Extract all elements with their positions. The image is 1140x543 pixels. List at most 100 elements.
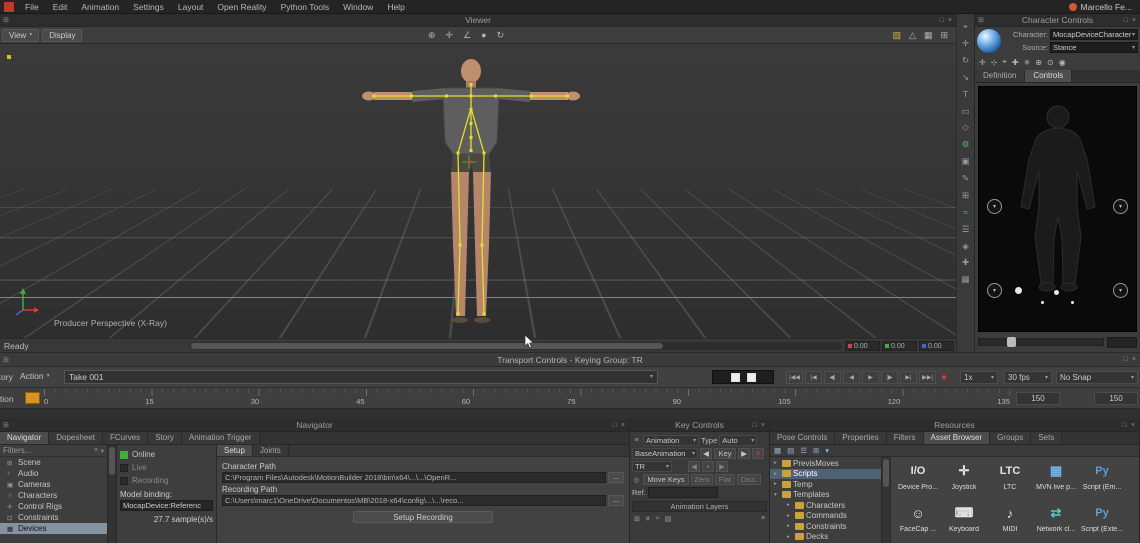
coord-x-field[interactable]: 0.00 (845, 341, 880, 351)
tab-controls[interactable]: Controls (1025, 70, 1072, 82)
browse-character-path-button[interactable]: ... (608, 472, 624, 483)
close-panel-icon[interactable]: × (1131, 422, 1135, 429)
chevron-down-icon[interactable]: ▾ (825, 446, 829, 455)
source-select[interactable]: Stance ▾ (1050, 42, 1138, 53)
scrollbar-thumb[interactable] (883, 459, 889, 487)
recording-checkbox[interactable] (120, 477, 128, 485)
rotate-tool-icon[interactable]: ↻ (962, 56, 969, 65)
select-tool-icon[interactable]: ⌖ (963, 22, 968, 31)
foot-effector-dot[interactable] (1071, 301, 1074, 304)
prev-key-disabled-button[interactable]: ◀ (688, 461, 700, 472)
coord-z-field[interactable]: 0.00 (919, 341, 954, 351)
grid-toggle-icon[interactable]: ▦ (924, 30, 933, 41)
story-toggle[interactable]: Story (0, 372, 16, 382)
gem-tool-icon[interactable]: ◈ (962, 242, 969, 251)
step-back-button[interactable]: ◀| (824, 371, 841, 384)
grid-tool-icon[interactable]: ▣ (961, 157, 969, 166)
menu-file[interactable]: File (18, 0, 46, 14)
coord-y-field[interactable]: 0.00 (882, 341, 917, 351)
asset-network-client[interactable]: ⇄Network cl... (1033, 501, 1079, 543)
add-view-icon[interactable]: ⊞ (962, 191, 969, 200)
tab-navigator[interactable]: Navigator (0, 432, 49, 444)
tab-dopesheet[interactable]: Dopesheet (49, 432, 103, 444)
next-key-button[interactable]: ▶ (738, 448, 750, 459)
timeline-ruler[interactable]: 0 15 30 45 60 75 90 105 120 135 (44, 389, 1010, 408)
keying-mode-icon[interactable]: ⊙ (1047, 58, 1054, 67)
take-select[interactable]: Take 001 ▾ (64, 370, 658, 384)
next-key-disabled-button[interactable]: ▶ (716, 461, 728, 472)
asset-sp[interactable]: ◧Sp... (1125, 501, 1139, 543)
dot-tool-icon[interactable]: ● (481, 30, 486, 41)
clip-display-box[interactable] (712, 370, 774, 384)
list-view-icon[interactable]: ☰ (800, 446, 807, 455)
go-to-end-button[interactable]: ▶▶| (919, 371, 936, 384)
folder-prevismoves[interactable]: ▸PrevisMoves (770, 458, 881, 469)
layer-list-icon[interactable]: ▤ (665, 515, 672, 523)
menu-settings[interactable]: Settings (126, 0, 171, 14)
menu-edit[interactable]: Edit (46, 0, 75, 14)
asset-facecap[interactable]: ☺FaceCap ... (895, 501, 941, 543)
go-to-start-button[interactable]: |◀◀ (786, 371, 803, 384)
scrollbar-thumb[interactable] (109, 447, 115, 475)
layer-menu-icon[interactable]: ≡ (761, 515, 765, 523)
folder-templates[interactable]: ▾Templates (770, 490, 881, 501)
play-button[interactable]: ▶ (862, 371, 879, 384)
menu-animation[interactable]: Animation (74, 0, 126, 14)
live-checkbox[interactable] (120, 464, 128, 472)
expand-control-ring[interactable]: ▾ (1113, 199, 1128, 214)
model-binding-select[interactable]: MocapDevice:Referenc (120, 500, 213, 511)
merge-layer-icon[interactable]: ≈ (656, 515, 660, 523)
setup-recording-button[interactable]: Setup Recording (353, 511, 493, 523)
display-menu-button[interactable]: Display (42, 29, 82, 42)
playback-speed-select[interactable]: 1x▾ (960, 371, 998, 384)
asset-script-external[interactable]: PyScript (Exte... (1079, 501, 1125, 543)
foot-effector-dot[interactable] (1041, 301, 1044, 304)
scrollbar-thumb[interactable] (191, 343, 663, 349)
keying-mode-icon[interactable]: ✚ (1012, 58, 1019, 67)
tree-item-devices[interactable]: ▦Devices (0, 523, 107, 534)
disc-button[interactable]: Disc. (737, 474, 761, 485)
panel-menu-icon[interactable]: ⊞ (3, 16, 9, 24)
ref-field[interactable] (648, 487, 718, 498)
float-panel-icon[interactable]: □ (613, 422, 617, 429)
grid-view-icon[interactable]: ▦ (774, 446, 781, 455)
expand-control-ring[interactable]: ▾ (987, 283, 1002, 298)
tab-joints[interactable]: Joints (253, 445, 289, 456)
folder-temp[interactable]: ▸Temp (770, 479, 881, 490)
move-keys-button[interactable]: Move Keys (643, 474, 689, 485)
asset-mvn-live[interactable]: ▦MVN live p... (1033, 459, 1079, 501)
tile-view-icon[interactable]: ⊞ (813, 446, 819, 455)
set-key-button[interactable]: Key (714, 448, 736, 459)
tree-item-scene[interactable]: ⊞Scene (0, 457, 107, 468)
pen-tool-icon[interactable]: ✎ (962, 174, 969, 183)
panel-menu-icon[interactable]: ⊞ (978, 16, 984, 24)
layout-toggle-icon[interactable]: ⊞ (940, 30, 948, 41)
menu-icon[interactable]: ≡ (632, 437, 641, 444)
menu-help[interactable]: Help (380, 0, 411, 14)
animation-layer-select[interactable]: BaseAnimation▾ (632, 448, 698, 459)
text-tool-icon[interactable]: T (963, 90, 968, 99)
tab-definition[interactable]: Definition (975, 70, 1025, 82)
translate-tool-icon[interactable]: ✛ (962, 39, 969, 48)
float-panel-icon[interactable]: □ (1123, 422, 1127, 429)
character-mesh[interactable] (346, 50, 596, 330)
asset-keyboard[interactable]: ⌨Keyboard (941, 501, 987, 543)
character-path-field[interactable]: C:\Program Files\Autodesk\MotionBuilder … (222, 472, 606, 483)
delete-layer-icon[interactable]: ✕ (645, 515, 651, 523)
snap-select[interactable]: No Snap▾ (1056, 371, 1138, 384)
folder-decks[interactable]: ▸Decks (770, 532, 881, 543)
wireframe-mode-icon[interactable]: △ (909, 30, 916, 41)
asset-tree-scrollbar[interactable] (882, 457, 891, 543)
effector-dot[interactable] (1054, 290, 1059, 295)
tree-item-characters[interactable]: ☉Characters (0, 490, 107, 501)
tr-filter-select[interactable]: TR▾ (632, 461, 672, 472)
close-panel-icon[interactable]: × (761, 422, 765, 429)
viewport-3d[interactable]: Producer Perspective (X-Ray) (0, 44, 956, 338)
keying-mode-icon[interactable]: ✳ (1024, 58, 1031, 67)
menu-open-reality[interactable]: Open Reality (210, 0, 273, 14)
keying-mode-icon[interactable]: ⊹ (991, 58, 998, 67)
tab-pose-controls[interactable]: Pose Controls (770, 432, 835, 444)
chevron-down-icon[interactable]: ▾ (101, 447, 104, 455)
recording-path-field[interactable]: C:\Users\marc1\OneDrive\Documentos\MB\20… (222, 495, 606, 506)
asset-midi[interactable]: ♪MIDI (987, 501, 1033, 543)
